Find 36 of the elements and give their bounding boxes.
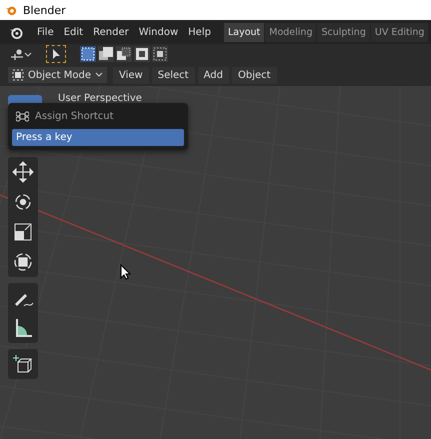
difference-mode-icon[interactable] bbox=[134, 46, 150, 62]
menu-item[interactable]: File bbox=[32, 26, 59, 38]
menu-item[interactable]: Assign Shortcut bbox=[12, 107, 184, 126]
scale-tool-icon[interactable] bbox=[12, 221, 34, 243]
set-mode-icon[interactable] bbox=[80, 46, 96, 62]
mode-dropdown[interactable]: Object Mode bbox=[8, 67, 107, 83]
menu-item[interactable]: Edit bbox=[58, 26, 88, 38]
menu-item[interactable]: Help bbox=[183, 26, 216, 38]
transform-tool-icon[interactable] bbox=[12, 251, 34, 273]
subtract-mode-icon[interactable] bbox=[116, 46, 132, 62]
extend-mode-icon[interactable] bbox=[98, 46, 114, 62]
pivot-icon bbox=[10, 48, 32, 60]
menu-item[interactable]: Render bbox=[88, 26, 134, 38]
select-tool-button[interactable] bbox=[46, 45, 66, 63]
blender-logo-icon[interactable] bbox=[8, 26, 24, 38]
command-key-icon bbox=[16, 110, 29, 123]
header-menu-item[interactable]: Select bbox=[152, 66, 195, 84]
header-menu-item[interactable]: Add bbox=[198, 66, 229, 84]
viewport-label: User Perspective bbox=[58, 93, 142, 104]
workspace-tab[interactable]: Sculpting bbox=[317, 22, 370, 42]
key-prompt-item[interactable]: Press a key bbox=[12, 129, 184, 146]
3d-viewport[interactable]: User Perspective Assign Shortcut Press a key bbox=[0, 86, 431, 439]
move-tool-icon[interactable] bbox=[12, 161, 34, 183]
chevron-down-icon bbox=[95, 72, 103, 78]
object-mode-icon bbox=[12, 69, 24, 81]
blender-logo-icon bbox=[4, 4, 18, 16]
workspace-tab[interactable]: Layout bbox=[224, 22, 264, 42]
intersect-mode-icon[interactable] bbox=[152, 46, 168, 62]
window-title: Blender bbox=[23, 4, 66, 16]
mouse-pointer-icon bbox=[120, 264, 131, 280]
workspace-tab[interactable]: Modeling bbox=[265, 22, 316, 42]
cursor-icon bbox=[51, 48, 61, 60]
menu-item[interactable]: Window bbox=[134, 26, 184, 38]
header-menu-item[interactable]: View bbox=[113, 66, 149, 84]
header-menu-item[interactable]: Object bbox=[232, 66, 277, 84]
workspace-tab[interactable]: UV Editing bbox=[370, 22, 428, 42]
